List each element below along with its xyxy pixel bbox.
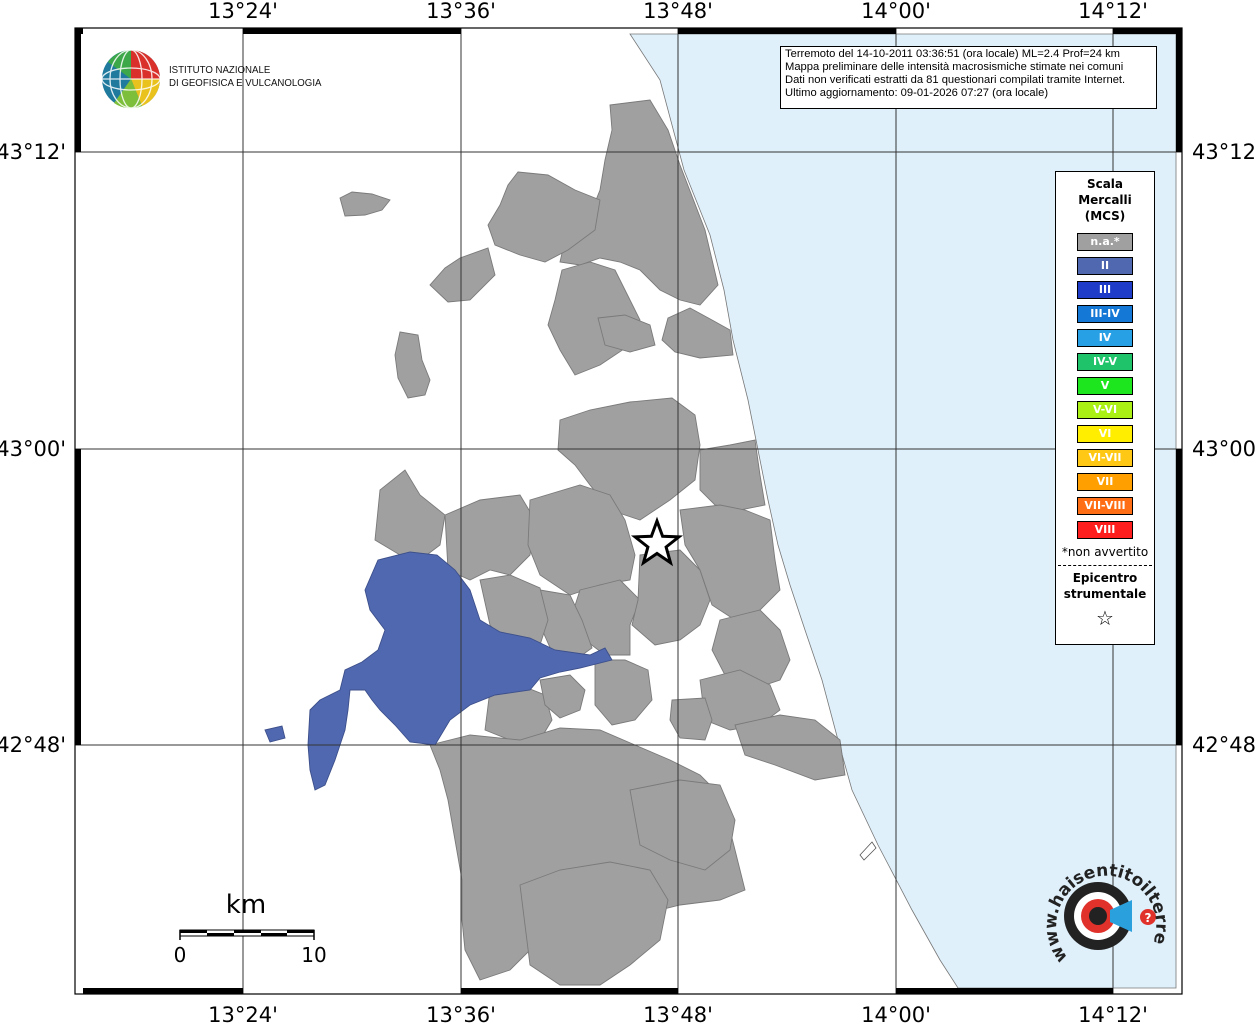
legend-title: Scala Mercalli (MCS) — [1056, 176, 1154, 224]
event-info-line4: Ultimo aggiornamento: 09-01-2026 07:27 (… — [785, 87, 1049, 99]
legend-items: n.a.* II III III-IV IV IV-V V V-VI VI VI-VII VII VI… — [1056, 233, 1154, 539]
legend-item: VI-VII — [1077, 449, 1133, 467]
lat-label-left-2: 43°00' — [0, 437, 66, 461]
lat-label-right-1: 43°12' — [1192, 140, 1257, 164]
intensity-legend: Scala Mercalli (MCS) n.a.* II III III-IV IV I… — [1055, 171, 1155, 645]
legend-title-line1: Scala — [1086, 177, 1124, 191]
comune-coast-3 — [699, 439, 766, 511]
legend-item: V-VI — [1077, 401, 1133, 419]
haisentito-logo: ? www.haisentitoilterremoto.it — [1029, 837, 1171, 977]
legend-epicenter-label: Epicentro strumentale — [1056, 570, 1154, 602]
lat-label-right-3: 42°48' — [1192, 733, 1257, 757]
legend-title-line2: Mercalli — [1078, 193, 1132, 207]
lat-label-right-2: 43°00' — [1192, 437, 1257, 461]
legend-item: VII — [1077, 473, 1133, 491]
event-info-line2: Mappa preliminare delle intensità macros… — [785, 61, 1124, 73]
legend-separator — [1058, 565, 1152, 566]
event-info-box: Terremoto del 14-10-2011 03:36:51 (ora l… — [780, 46, 1157, 109]
lon-label-bottom-2: 13°36' — [426, 1003, 496, 1024]
lat-label-left-1: 43°12' — [0, 140, 66, 164]
legend-note: *non avvertito — [1061, 545, 1149, 559]
legend-item: IV — [1077, 329, 1133, 347]
legend-title-line3: (MCS) — [1084, 209, 1126, 223]
ingv-name-line2: DI GEOFISICA E VULCANOLOGIA — [169, 77, 322, 89]
lon-label-top-1: 13°24' — [208, 0, 278, 23]
legend-item: VI — [1077, 425, 1133, 443]
lon-label-top-2: 13°36' — [426, 0, 496, 23]
ingv-logo: ISTITUTO NAZIONALE DI GEOFISICA E VULCAN… — [100, 48, 321, 110]
legend-item: IV-V — [1077, 353, 1133, 371]
event-info-line1: Terremoto del 14-10-2011 03:36:51 (ora l… — [785, 48, 1120, 60]
legend-item: n.a.* — [1077, 233, 1133, 251]
lon-label-bottom-4: 14°00' — [861, 1003, 931, 1024]
legend-item: VII-VIII — [1077, 497, 1133, 515]
lon-label-top-4: 14°00' — [861, 0, 931, 23]
legend-item: V — [1077, 377, 1133, 395]
legend-item: III-IV — [1077, 305, 1133, 323]
lon-label-bottom-1: 13°24' — [208, 1003, 278, 1024]
ingv-name-line1: ISTITUTO NAZIONALE — [169, 64, 271, 76]
ingv-name: ISTITUTO NAZIONALE DI GEOFISICA E VULCAN… — [169, 64, 321, 90]
lon-label-top-3: 13°48' — [643, 0, 713, 23]
lon-label-bottom-3: 13°48' — [643, 1003, 713, 1024]
lon-label-top-5: 14°12' — [1078, 0, 1148, 23]
legend-epicenter-line2: strumentale — [1063, 587, 1147, 601]
legend-item: III — [1077, 281, 1133, 299]
lon-label-bottom-5: 14°12' — [1078, 1003, 1148, 1024]
event-info-line3: Dati non verificati estratti da 81 quest… — [785, 74, 1126, 86]
lat-label-left-3: 42°48' — [0, 733, 66, 757]
scale-bar-unit: km — [226, 890, 266, 920]
ingv-globe-icon — [101, 49, 161, 109]
legend-epicenter-line1: Epicentro — [1072, 571, 1138, 585]
scale-bar-max: 10 — [301, 943, 326, 967]
scale-bar-min: 0 — [174, 943, 187, 967]
legend-star-icon: ☆ — [1096, 606, 1114, 630]
legend-item: VIII — [1077, 521, 1133, 539]
legend-item: II — [1077, 257, 1133, 275]
